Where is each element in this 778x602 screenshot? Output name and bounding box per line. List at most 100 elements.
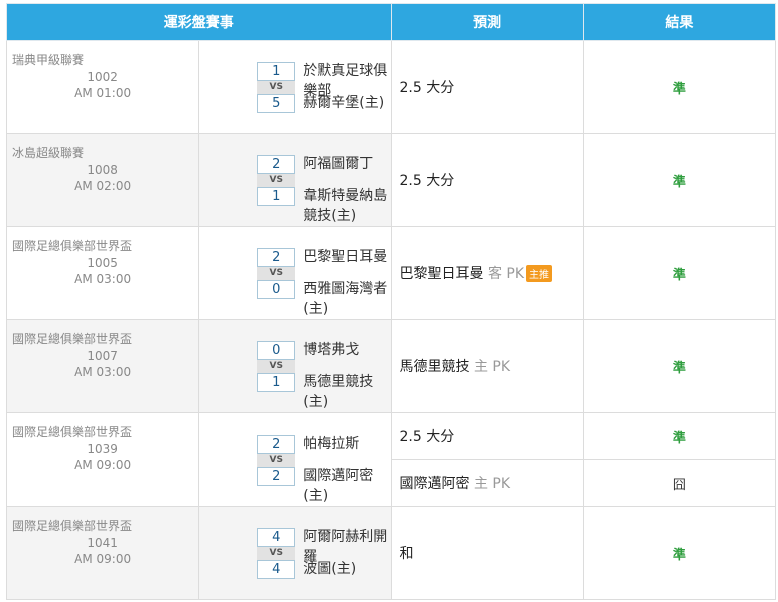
- score-home: 1: [257, 187, 296, 206]
- league-name: 國際足總俱樂部世界盃: [12, 519, 133, 533]
- result-cell: 準: [582, 412, 777, 460]
- match-time: AM 09:00: [74, 458, 132, 472]
- score-away: 1: [257, 62, 296, 81]
- match-number: 1007: [87, 349, 118, 363]
- result-cell: 準: [582, 133, 777, 227]
- match-block: 0 VS 1 博塔弗戈 馬德里競技(主): [199, 320, 390, 412]
- match-time: AM 01:00: [74, 86, 132, 100]
- result-mark: 準: [672, 360, 686, 376]
- prediction-cell: 2.5 大分: [390, 133, 584, 227]
- score-box: 2 VS 2: [257, 434, 296, 486]
- team-home: 波圖(主): [303, 561, 357, 577]
- team-names: 帕梅拉斯 國際邁阿密(主): [303, 434, 390, 504]
- match-block: 2 VS 2 帕梅拉斯 國際邁阿密(主): [199, 414, 390, 506]
- result-cell: 準: [582, 226, 777, 320]
- team-names: 巴黎聖日耳曼 西雅圖海灣者(主): [303, 247, 390, 317]
- table-row: 國際足總俱樂部世界盃 1039 AM 09:00 2 VS 2 帕梅拉斯 國際邁阿密(主) 2.…: [5, 412, 777, 507]
- team-home: 西雅圖海灣者(主): [303, 281, 388, 317]
- match-teams-cell: 1 VS 5 於默真足球俱樂部 赫爾辛堡(主): [198, 40, 392, 134]
- prediction-cell: 國際邁阿密 主 PK: [390, 459, 584, 507]
- score-home: 5: [257, 94, 296, 113]
- score-home: 2: [257, 466, 296, 486]
- match-time: AM 03:00: [74, 272, 132, 286]
- vs-label: VS: [257, 174, 296, 187]
- team-away: 阿爾阿赫利開羅: [303, 529, 388, 565]
- vs-label: VS: [257, 267, 296, 280]
- league-name: 冰島超級聯賽: [12, 146, 85, 160]
- table-row: 國際足總俱樂部世界盃 1007 AM 03:00 0 VS 1 博塔弗戈 馬德里競技(主) 馬德…: [5, 319, 777, 413]
- prediction-cell: 2.5 大分: [390, 40, 584, 134]
- match-number: 1005: [87, 256, 118, 270]
- prediction-text: 國際邁阿密: [399, 476, 470, 492]
- match-info-cell: 瑞典甲級聯賽 1002 AM 01:00: [5, 40, 200, 134]
- vs-label: VS: [257, 81, 296, 94]
- result-cell: 準: [582, 506, 777, 600]
- league-name: 國際足總俱樂部世界盃: [12, 332, 133, 346]
- predictions-table: 運彩盤賽事 預測 結果 瑞典甲級聯賽 1002 AM 01:00 1 VS 5 於默真足球俱…: [5, 3, 777, 600]
- prediction-cell: 2.5 大分: [390, 412, 584, 460]
- score-box: 2 VS 1: [257, 155, 296, 206]
- match-info-cell: 冰島超級聯賽 1008 AM 02:00: [5, 133, 200, 227]
- prediction-text: 和: [399, 546, 414, 562]
- score-home: 0: [257, 280, 296, 299]
- table-row: 國際足總俱樂部世界盃 1005 AM 03:00 2 VS 0 巴黎聖日耳曼 西雅圖海灣者(主…: [5, 226, 777, 320]
- team-away: 於默真足球俱樂部: [303, 63, 388, 99]
- prediction-cell: 巴黎聖日耳曼 客 PK 主推: [390, 226, 584, 320]
- result-mark: 準: [672, 174, 686, 190]
- header-result: 結果: [582, 3, 777, 41]
- table-row: 冰島超級聯賽 1008 AM 02:00 2 VS 1 阿福圖爾丁韋斯特曼納島競技(主) 2.…: [5, 133, 777, 227]
- match-number: 1008: [87, 163, 118, 177]
- vs-label: VS: [257, 547, 296, 560]
- match-time: AM 03:00: [74, 365, 132, 379]
- table-header-row: 運彩盤賽事 預測 結果: [6, 3, 777, 41]
- result-mark: 準: [672, 267, 686, 283]
- league-name: 瑞典甲級聯賽: [12, 53, 85, 67]
- match-teams-cell: 4 VS 4 阿爾阿赫利開羅 波圖(主): [198, 506, 392, 600]
- league-name: 國際足總俱樂部世界盃: [12, 239, 133, 253]
- score-away: 0: [257, 341, 296, 360]
- match-time: AM 09:00: [74, 552, 132, 566]
- match-teams-cell: 2 VS 1 阿福圖爾丁韋斯特曼納島競技(主): [198, 133, 392, 227]
- prediction-cell: 和: [390, 506, 584, 600]
- team-home: 國際邁阿密(主): [303, 467, 374, 504]
- prediction-text: 2.5 大分: [399, 429, 455, 445]
- match-teams-cell: 0 VS 1 博塔弗戈 馬德里競技(主): [198, 319, 392, 413]
- result-cell: 囧: [582, 459, 777, 507]
- result-mark: 準: [672, 547, 686, 563]
- score-box: 1 VS 5: [257, 62, 296, 113]
- prediction-cell: 馬德里競技 主 PK: [390, 319, 584, 413]
- prediction-side: 主 PK: [473, 359, 511, 375]
- score-box: 4 VS 4: [257, 528, 296, 579]
- match-block: 2 VS 0 巴黎聖日耳曼 西雅圖海灣者(主): [199, 227, 390, 319]
- prediction-text: 2.5 大分: [399, 80, 455, 96]
- table-row: 瑞典甲級聯賽 1002 AM 01:00 1 VS 5 於默真足球俱樂部 赫爾辛堡(主) 2.5…: [5, 40, 777, 134]
- team-home: 馬德里競技(主): [303, 374, 374, 410]
- score-away: 4: [257, 528, 296, 547]
- team-away: 阿福圖爾丁: [303, 156, 374, 172]
- prediction-text: 馬德里競技: [399, 359, 470, 375]
- prediction-text: 巴黎聖日耳曼: [399, 266, 484, 282]
- predictions-table-container: 運彩盤賽事 預測 結果 瑞典甲級聯賽 1002 AM 01:00 1 VS 5 於默真足球俱…: [5, 3, 777, 600]
- team-names: 博塔弗戈馬德里競技(主): [303, 340, 390, 410]
- match-block: 2 VS 1 阿福圖爾丁韋斯特曼納島競技(主): [199, 134, 390, 226]
- match-teams-cell: 2 VS 2 帕梅拉斯 國際邁阿密(主): [198, 412, 392, 507]
- vs-label: VS: [257, 360, 296, 373]
- featured-badge: 主推: [526, 264, 553, 282]
- result-mark: 準: [672, 81, 686, 97]
- team-away: 博塔弗戈: [303, 342, 360, 358]
- match-info-cell: 國際足總俱樂部世界盃 1007 AM 03:00: [5, 319, 200, 413]
- match-info-cell: 國際足總俱樂部世界盃 1005 AM 03:00: [5, 226, 200, 320]
- team-names: 阿爾阿赫利開羅 波圖(主): [303, 527, 390, 591]
- header-prediction: 預測: [390, 3, 584, 41]
- match-block: 4 VS 4 阿爾阿赫利開羅 波圖(主): [199, 507, 390, 599]
- score-box: 2 VS 0: [257, 248, 296, 299]
- table-body: 瑞典甲級聯賽 1002 AM 01:00 1 VS 5 於默真足球俱樂部 赫爾辛堡(主) 2.5…: [5, 40, 777, 600]
- match-block: 1 VS 5 於默真足球俱樂部 赫爾辛堡(主): [199, 41, 390, 133]
- league-name: 國際足總俱樂部世界盃: [12, 425, 133, 439]
- match-info-cell: 國際足總俱樂部世界盃 1041 AM 09:00: [5, 506, 200, 600]
- match-time: AM 02:00: [74, 179, 132, 193]
- team-home: 赫爾辛堡(主): [303, 95, 385, 111]
- team-home: 韋斯特曼納島競技(主): [303, 188, 388, 224]
- team-names: 於默真足球俱樂部 赫爾辛堡(主): [303, 61, 390, 125]
- table-row: 國際足總俱樂部世界盃 1041 AM 09:00 4 VS 4 阿爾阿赫利開羅 波圖(主) 和準: [5, 506, 777, 600]
